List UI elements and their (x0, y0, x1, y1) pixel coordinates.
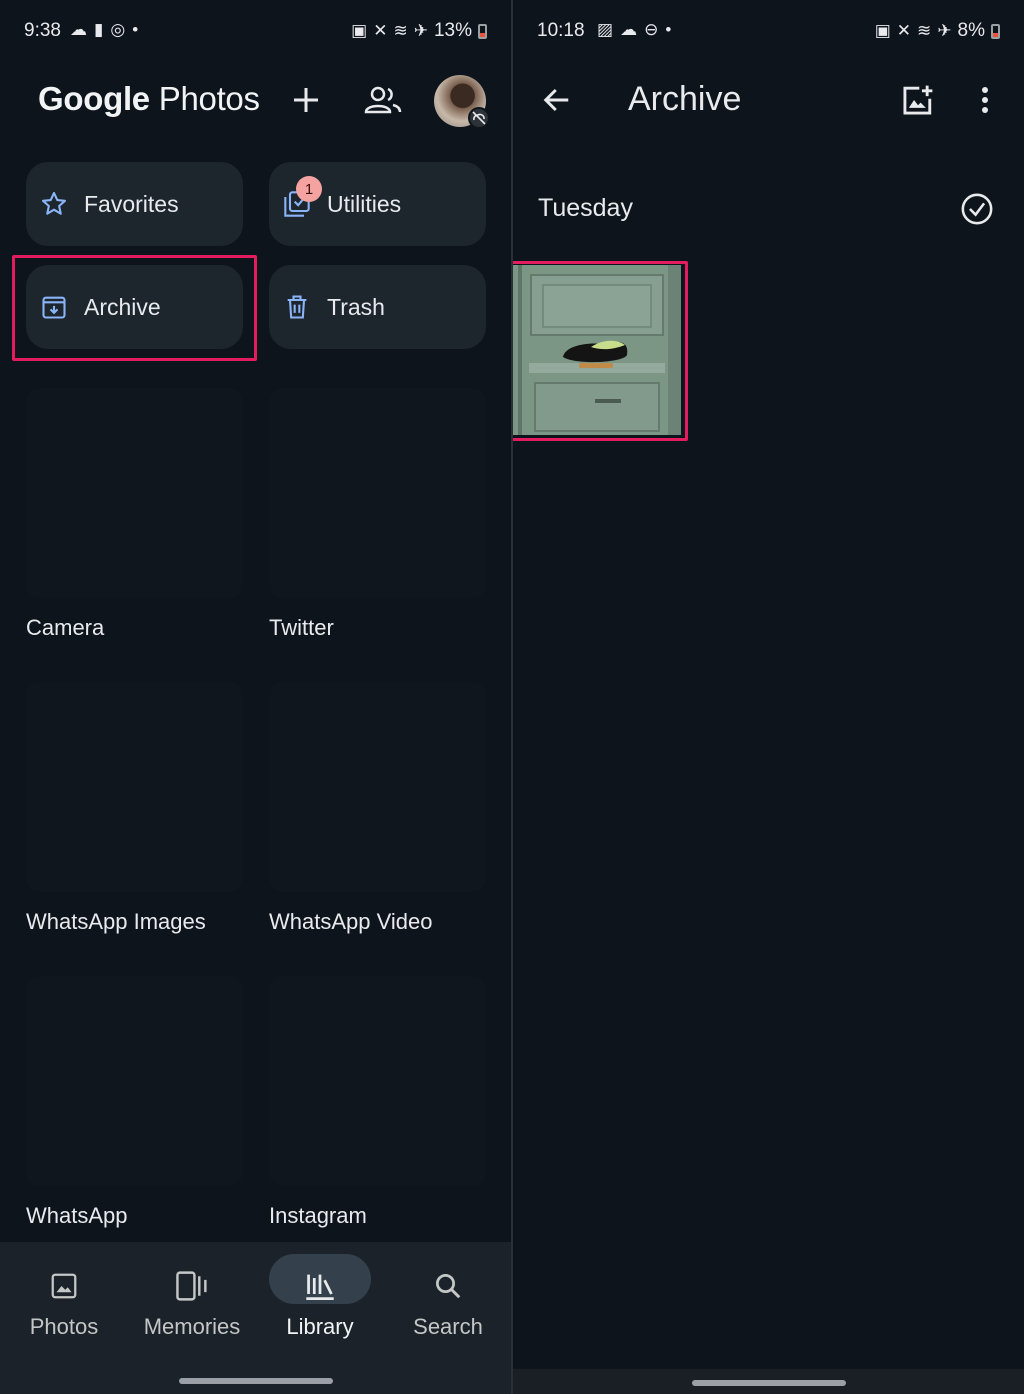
plus-icon (294, 88, 318, 112)
add-button[interactable] (284, 78, 328, 122)
utilities-chip[interactable]: Utilities (269, 162, 486, 246)
album-thumbnail-whatsapp[interactable] (26, 976, 243, 1186)
alert-icon: ▮ (94, 20, 104, 39)
archive-chip[interactable]: Archive (26, 265, 243, 349)
utilities-label: Utilities (327, 190, 402, 217)
photo-icon (44, 1266, 84, 1306)
album-title-camera[interactable]: Camera (26, 615, 104, 641)
status-system-icons: ▣ ✕ ≋ ✈ 13% (351, 20, 487, 42)
more-vert-icon (982, 87, 988, 113)
nav-photos[interactable]: Photos (0, 1242, 128, 1362)
mute-icon: ✕ (373, 21, 388, 40)
airplane-icon: ✈ (413, 21, 428, 40)
library-screen: 9:38 ☁ ▮ ◎ • ▣ ✕ ≋ ✈ 13% Google Photos F… (0, 0, 511, 1394)
album-thumbnail-whatsapp-video[interactable] (269, 682, 486, 892)
status-system-icons: ▣ ✕ ≋ ✈ 8% (875, 20, 1000, 42)
logo-google-text: Google (38, 80, 150, 117)
album-thumbnail-whatsapp-images[interactable] (26, 682, 243, 892)
trash-chip[interactable]: Trash (269, 265, 486, 349)
status-notification-icons: ▨ ☁ ⊖ • (597, 20, 671, 40)
photo-image (513, 265, 681, 435)
trash-icon (283, 293, 311, 321)
album-title-whatsapp-images[interactable]: WhatsApp Images (26, 909, 206, 935)
select-all-button[interactable] (955, 187, 999, 231)
album-title-twitter[interactable]: Twitter (269, 615, 334, 641)
page-title: Archive (628, 80, 742, 118)
nav-photos-label: Photos (29, 1314, 99, 1339)
battery-percent: 13% (433, 20, 472, 41)
library-icon (300, 1266, 340, 1306)
nav-library-label: Library (286, 1314, 354, 1339)
wifi-icon: ≋ (917, 21, 932, 40)
wifi-icon: ≋ (393, 21, 408, 40)
back-button[interactable] (535, 78, 579, 122)
album-title-whatsapp-video[interactable]: WhatsApp Video (269, 909, 432, 935)
dot-icon: • (665, 20, 672, 39)
archive-screen: 10:18 ▨ ☁ ⊖ • ▣ ✕ ≋ ✈ 8% Archive Tuesday (513, 0, 1024, 1394)
account-avatar[interactable] (434, 75, 490, 129)
airplane-icon: ✈ (937, 21, 952, 40)
mute-icon: ✕ (896, 21, 912, 40)
status-bar: 9:38 ☁ ▮ ◎ • ▣ ✕ ≋ ✈ 13% (0, 18, 511, 48)
instagram-icon: ◎ (110, 20, 126, 39)
dnd-icon: ⊖ (644, 20, 659, 39)
more-options-button[interactable] (963, 78, 1007, 122)
lock-icon: ▣ (351, 21, 368, 40)
image-icon: ▨ (597, 20, 614, 39)
archive-label: Archive (84, 293, 161, 320)
album-thumbnail-twitter[interactable] (269, 388, 486, 598)
album-thumbnail-camera[interactable] (26, 388, 243, 598)
cloud-icon: ☁ (70, 20, 87, 39)
archive-icon (40, 293, 68, 321)
people-icon (364, 86, 402, 114)
status-bar: 10:18 ▨ ☁ ⊖ • ▣ ✕ ≋ ✈ 8% (513, 18, 1024, 48)
check-circle-icon (961, 193, 993, 225)
status-notification-icons: ☁ ▮ ◎ • (70, 20, 138, 40)
status-time: 9:38 (24, 20, 61, 41)
nav-search[interactable]: Search (384, 1242, 511, 1362)
sharing-button[interactable] (361, 78, 405, 122)
lock-icon: ▣ (874, 21, 891, 40)
nav-memories-label: Memories (143, 1314, 241, 1339)
utilities-badge: 1 (296, 176, 322, 202)
nav-library[interactable]: Library (256, 1242, 384, 1362)
date-section-header: Tuesday (538, 194, 633, 222)
favorites-chip[interactable]: Favorites (26, 162, 243, 246)
trash-label: Trash (327, 293, 385, 320)
favorites-label: Favorites (84, 190, 179, 217)
add-to-archive-button[interactable] (896, 78, 940, 122)
home-indicator[interactable] (691, 1380, 846, 1386)
star-icon (40, 190, 68, 218)
add-photo-icon (903, 85, 933, 115)
battery-icon (991, 23, 1000, 39)
nav-memories[interactable]: Memories (128, 1242, 256, 1362)
album-thumbnail-instagram[interactable] (269, 976, 486, 1186)
cloud-icon: ☁ (620, 20, 638, 39)
nav-search-label: Search (413, 1314, 483, 1339)
backup-off-icon (468, 107, 490, 129)
search-icon (428, 1266, 468, 1306)
navigation-bar (513, 1369, 1024, 1394)
album-title-instagram[interactable]: Instagram (269, 1203, 367, 1229)
home-indicator[interactable] (178, 1378, 333, 1384)
bottom-navigation: Photos Memories Library Search (0, 1242, 511, 1394)
dot-icon: • (132, 20, 139, 39)
battery-icon (478, 23, 487, 39)
google-photos-logo: Google Photos (38, 80, 260, 118)
status-time: 10:18 (537, 20, 585, 41)
arrow-back-icon (543, 88, 569, 112)
logo-photos-text: Photos (158, 80, 260, 117)
battery-percent: 8% (957, 20, 985, 41)
album-title-whatsapp[interactable]: WhatsApp (26, 1203, 128, 1229)
memories-icon (172, 1266, 212, 1306)
archived-photo-thumbnail[interactable] (513, 265, 681, 435)
